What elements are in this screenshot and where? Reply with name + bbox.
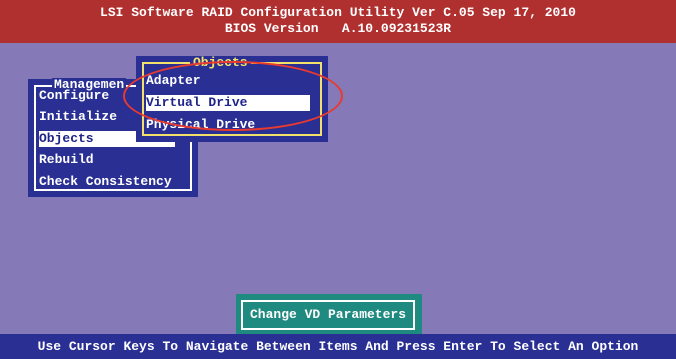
objects-menu-title: Objects bbox=[190, 56, 251, 70]
menu-item-check-consistency[interactable]: Check Consistency bbox=[39, 174, 172, 190]
change-vd-parameters-panel: Change VD Parameters bbox=[236, 294, 422, 338]
change-vd-parameters-button[interactable]: Change VD Parameters bbox=[241, 300, 415, 330]
submenu-item-physical-drive[interactable]: Physical Drive bbox=[146, 117, 255, 133]
menu-item-initialize[interactable]: Initialize bbox=[39, 109, 117, 125]
submenu-item-adapter[interactable]: Adapter bbox=[146, 73, 201, 89]
menu-item-configure[interactable]: Configure bbox=[39, 88, 109, 104]
bios-version: BIOS Version A.10.09231523R bbox=[224, 21, 452, 36]
status-bar: Use Cursor Keys To Navigate Between Item… bbox=[0, 334, 676, 359]
submenu-item-virtual-drive[interactable]: Virtual Drive bbox=[146, 95, 310, 111]
utility-title: LSI Software RAID Configuration Utility … bbox=[100, 5, 576, 20]
title-bar: LSI Software RAID Configuration Utility … bbox=[0, 0, 676, 43]
menu-item-rebuild[interactable]: Rebuild bbox=[39, 152, 94, 168]
